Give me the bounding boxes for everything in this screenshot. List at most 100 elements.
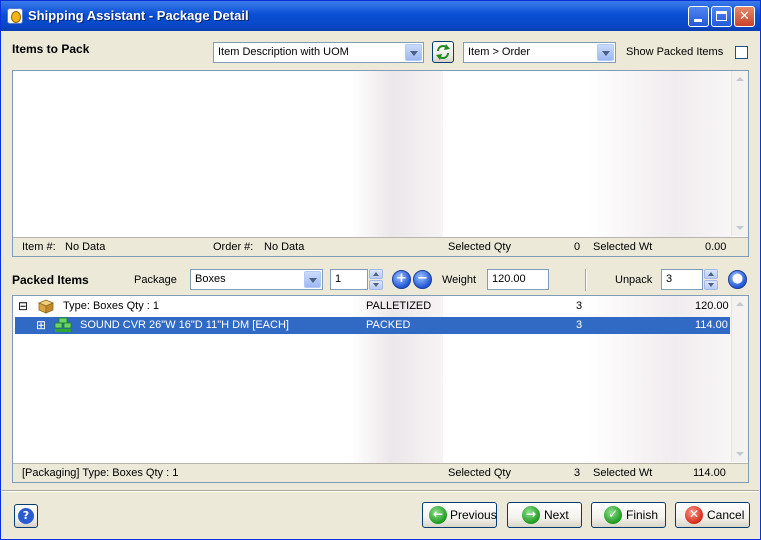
chevron-down-icon[interactable] <box>405 44 422 61</box>
package-qty-spinner[interactable] <box>369 269 383 290</box>
maximize-button[interactable] <box>711 6 732 27</box>
footer-divider <box>2 490 759 492</box>
items-status-bar: Item #: No Data Order #: No Data Selecte… <box>13 237 748 256</box>
unpack-qty-input[interactable]: 3 <box>661 269 703 290</box>
selected-qty-label: Selected Qty <box>448 241 511 253</box>
selected-wt-label: Selected Wt <box>593 467 653 479</box>
finish-button[interactable]: ✓ Finish <box>591 502 666 528</box>
weight-label: Weight <box>442 274 477 286</box>
scroll-down-icon[interactable] <box>732 446 748 462</box>
item-number-value: No Data <box>65 241 106 253</box>
show-packed-label: Show Packed Items <box>626 46 724 58</box>
pallet-item-icon <box>54 317 72 332</box>
packed-items-heading: Packed Items <box>12 273 89 287</box>
row-qty: 3 <box>576 300 583 312</box>
finish-label: Finish <box>626 508 659 522</box>
chevron-down-icon[interactable] <box>304 271 321 288</box>
items-to-pack-list[interactable]: Item #: No Data Order #: No Data Selecte… <box>12 70 749 257</box>
weight-value: 120.00 <box>492 273 526 285</box>
selected-qty-label: Selected Qty <box>448 467 511 479</box>
spin-down-icon[interactable] <box>704 280 718 290</box>
packed-status-bar: [Packaging] Type: Boxes Qty : 1 Selected… <box>13 463 748 482</box>
shipping-assistant-window: Shipping Assistant - Package Detail ✕ It… <box>0 0 761 540</box>
items-list-scrollbar[interactable] <box>731 71 748 236</box>
expand-icon[interactable]: ⊞ <box>36 318 46 332</box>
collapse-icon[interactable]: ⊟ <box>18 299 28 313</box>
maximize-icon <box>716 11 727 21</box>
unpack-icon: ● <box>731 271 744 286</box>
app-icon <box>7 8 23 24</box>
refresh-arrows-icon <box>436 44 450 60</box>
scroll-down-icon[interactable] <box>732 220 748 236</box>
selected-wt-value: 0.00 <box>705 241 727 253</box>
item-number-label: Item #: <box>22 241 56 253</box>
package-qty-input[interactable]: 1 <box>330 269 368 290</box>
row-description: SOUND CVR 26"W 16"D 11"H DM [EACH] <box>80 319 289 331</box>
chevron-down-icon[interactable] <box>597 44 614 61</box>
row-status: PALLETIZED <box>366 300 432 312</box>
minimize-icon <box>694 19 702 22</box>
close-button[interactable]: ✕ <box>734 6 755 27</box>
show-packed-checkbox[interactable] <box>735 46 748 59</box>
tree-row-item[interactable]: ⊞ SOUND CVR 26"W 16"D 11"H DM [EACH] PAC… <box>15 317 730 334</box>
help-icon: ? <box>18 508 34 524</box>
order-number-value: No Data <box>264 241 305 253</box>
close-icon: ✕ <box>739 9 750 24</box>
checkmark-icon: ✓ <box>604 506 622 524</box>
selected-wt-label: Selected Wt <box>593 241 653 253</box>
unpack-qty-value: 3 <box>666 273 673 285</box>
cancel-x-icon: ✕ <box>685 506 703 524</box>
view-mode-combo[interactable]: Item Description with UOM <box>213 42 424 63</box>
order-number-label: Order #: <box>213 241 254 253</box>
package-qty-value: 1 <box>335 273 342 285</box>
next-label: Next <box>544 508 569 522</box>
column-stripe <box>588 71 731 256</box>
previous-label: Previous <box>450 508 497 522</box>
add-package-button[interactable]: + <box>392 270 411 289</box>
row-weight: 114.00 <box>695 319 728 331</box>
plus-icon: + <box>396 271 407 286</box>
package-type-combo[interactable]: Boxes <box>190 269 323 290</box>
selected-qty-value: 0 <box>574 241 581 253</box>
view-mode-value: Item Description with UOM <box>218 46 349 58</box>
window-title: Shipping Assistant - Package Detail <box>28 8 249 23</box>
remove-package-button[interactable]: − <box>413 270 432 289</box>
cancel-label: Cancel <box>707 508 745 522</box>
items-to-pack-heading: Items to Pack <box>12 42 90 56</box>
minus-icon: − <box>417 271 428 286</box>
unpack-qty-spinner[interactable] <box>704 269 718 290</box>
scroll-up-icon[interactable] <box>732 296 748 312</box>
package-label: Package <box>134 274 177 286</box>
arrow-right-icon: → <box>522 506 540 524</box>
column-stripe <box>351 71 443 256</box>
toolbar-separator <box>585 269 587 291</box>
column-stripe <box>443 71 588 256</box>
row-weight: 120.00 <box>695 300 729 312</box>
cancel-button[interactable]: ✕ Cancel <box>675 502 750 528</box>
spin-up-icon[interactable] <box>369 269 383 279</box>
package-type-value: Boxes <box>195 273 226 285</box>
row-status: PACKED <box>366 319 411 331</box>
packed-tree-scrollbar[interactable] <box>731 296 748 462</box>
scroll-up-icon[interactable] <box>732 71 748 87</box>
row-description: Type: Boxes Qty : 1 <box>63 300 159 312</box>
next-button[interactable]: → Next <box>507 502 582 528</box>
unpack-button[interactable]: ● <box>728 270 747 289</box>
unpack-label: Unpack <box>615 274 653 286</box>
packed-items-tree[interactable]: ⊟ Type: Boxes Qty : 1 PALLETIZED 3 120.0… <box>12 295 749 483</box>
title-bar[interactable]: Shipping Assistant - Package Detail ✕ <box>1 1 760 31</box>
refresh-button[interactable] <box>432 41 454 63</box>
tree-row-package[interactable]: ⊟ Type: Boxes Qty : 1 PALLETIZED 3 120.0… <box>15 298 730 315</box>
help-button[interactable]: ? <box>14 504 38 528</box>
row-qty: 3 <box>576 319 583 331</box>
box-icon <box>37 299 55 314</box>
spin-up-icon[interactable] <box>704 269 718 279</box>
packaging-summary: [Packaging] Type: Boxes Qty : 1 <box>22 467 179 479</box>
previous-button[interactable]: ← Previous <box>422 502 497 528</box>
arrow-left-icon: ← <box>429 506 447 524</box>
spin-down-icon[interactable] <box>369 280 383 290</box>
weight-input[interactable]: 120.00 <box>487 269 549 290</box>
selected-qty-value: 3 <box>574 467 581 479</box>
sort-order-combo[interactable]: Item > Order <box>463 42 616 63</box>
minimize-button[interactable] <box>688 6 709 27</box>
